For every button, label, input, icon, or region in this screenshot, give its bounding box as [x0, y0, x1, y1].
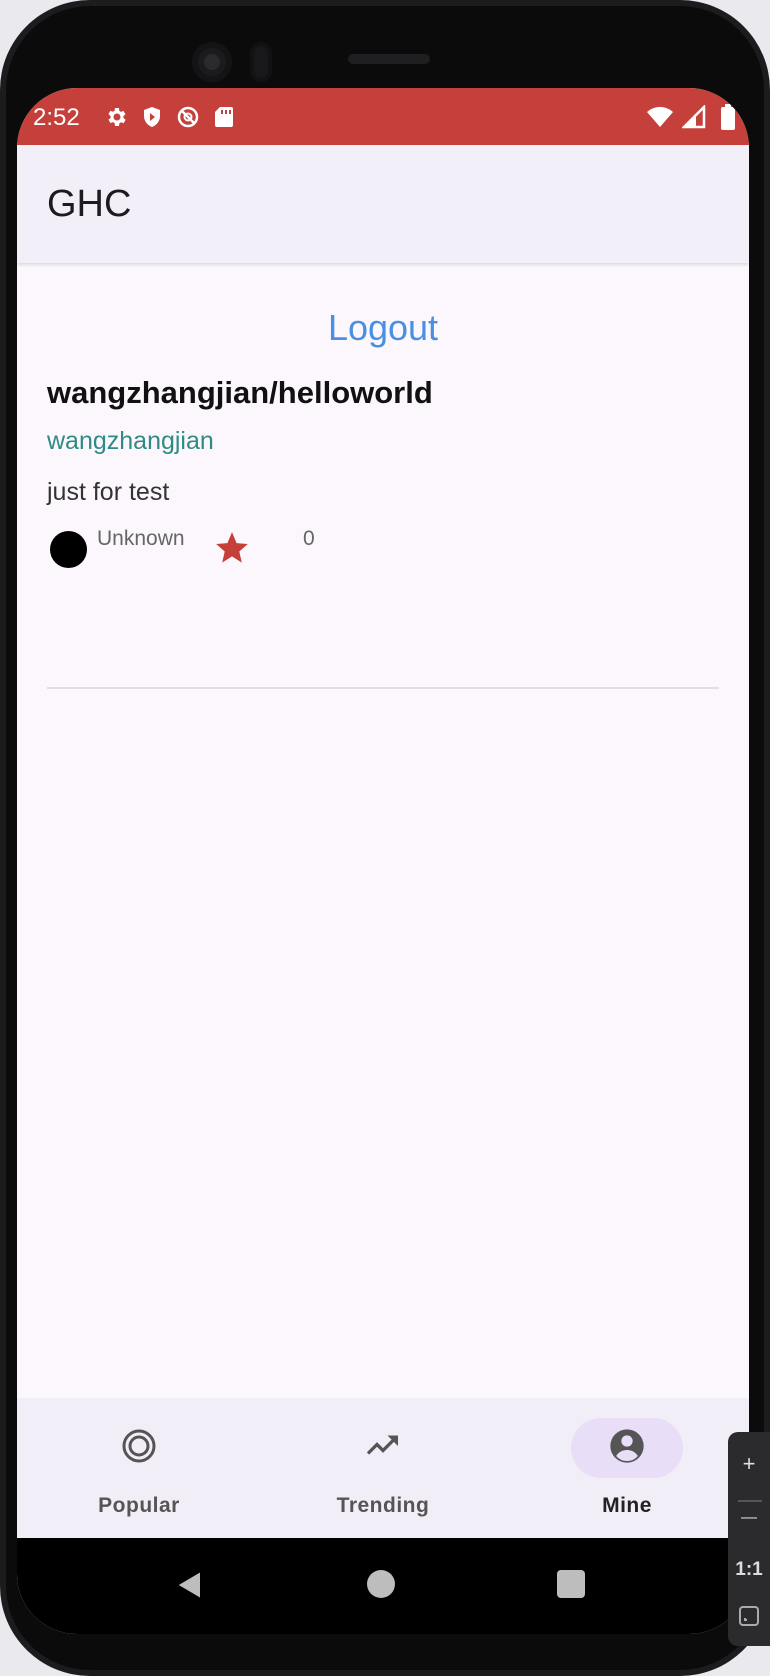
language-color-dot	[50, 531, 87, 568]
nav-item-mine[interactable]: Mine	[505, 1398, 749, 1538]
nav-icon-container	[327, 1418, 439, 1478]
status-icons-left	[103, 104, 237, 130]
nav-item-popular[interactable]: Popular	[17, 1398, 261, 1538]
signal-icon	[681, 104, 707, 130]
nav-label-trending: Trending	[336, 1494, 430, 1517]
repo-meta: Unknown 0	[47, 523, 717, 568]
logout-button[interactable]: Logout	[17, 307, 749, 349]
camera	[192, 42, 232, 82]
status-bar: 2:52	[17, 88, 749, 145]
fit-screen-icon[interactable]	[728, 1596, 770, 1636]
bottom-navigation: Popular Trending Mine	[17, 1398, 749, 1538]
nav-label-mine: Mine	[602, 1494, 652, 1517]
nav-icon-container-active	[571, 1418, 683, 1478]
status-time: 2:52	[33, 104, 80, 131]
repo-language: Unknown	[97, 527, 185, 550]
screen: 2:52 GHC Logout wangzhangjian/helloworld…	[17, 88, 749, 1634]
phone-frame: 2:52 GHC Logout wangzhangjian/helloworld…	[0, 0, 770, 1676]
list-divider	[47, 687, 719, 689]
trending-up-icon	[363, 1428, 403, 1469]
app-bar: GHC	[17, 145, 749, 263]
settings-icon	[103, 104, 129, 130]
nav-label-popular: Popular	[98, 1494, 180, 1517]
sensor	[250, 42, 272, 82]
sd-card-icon	[211, 104, 237, 130]
home-button[interactable]	[367, 1570, 395, 1598]
recents-button[interactable]	[557, 1570, 585, 1598]
main-content: Logout wangzhangjian/helloworld wangzhan…	[17, 263, 749, 1486]
status-icons-right	[647, 104, 741, 130]
no-location-icon	[175, 104, 201, 130]
system-navigation-bar	[17, 1538, 749, 1634]
app-title: GHC	[47, 183, 132, 225]
target-icon	[121, 1428, 157, 1469]
wifi-icon	[647, 104, 673, 130]
repo-name: wangzhangjian/helloworld	[47, 375, 433, 410]
back-icon[interactable]	[175, 1570, 205, 1605]
nav-item-trending[interactable]: Trending	[261, 1398, 505, 1538]
emulator-zoom-panel: + — 1:1	[728, 1432, 770, 1646]
speaker	[348, 54, 430, 64]
account-circle-icon	[607, 1426, 647, 1471]
repo-owner-link[interactable]: wangzhangjian	[47, 427, 717, 456]
repo-description: just for test	[47, 478, 170, 506]
star-icon	[213, 529, 251, 567]
zoom-in-button[interactable]: +	[728, 1444, 770, 1484]
zoom-out-button[interactable]: —	[728, 1498, 770, 1538]
repo-star-count: 0	[303, 527, 315, 550]
nav-icon-container	[83, 1418, 195, 1478]
shield-play-icon	[139, 104, 165, 130]
battery-icon	[715, 104, 741, 130]
zoom-ratio-button[interactable]: 1:1	[728, 1550, 770, 1590]
repo-list-item[interactable]: wangzhangjian/helloworld wangzhangjian j…	[47, 375, 717, 568]
